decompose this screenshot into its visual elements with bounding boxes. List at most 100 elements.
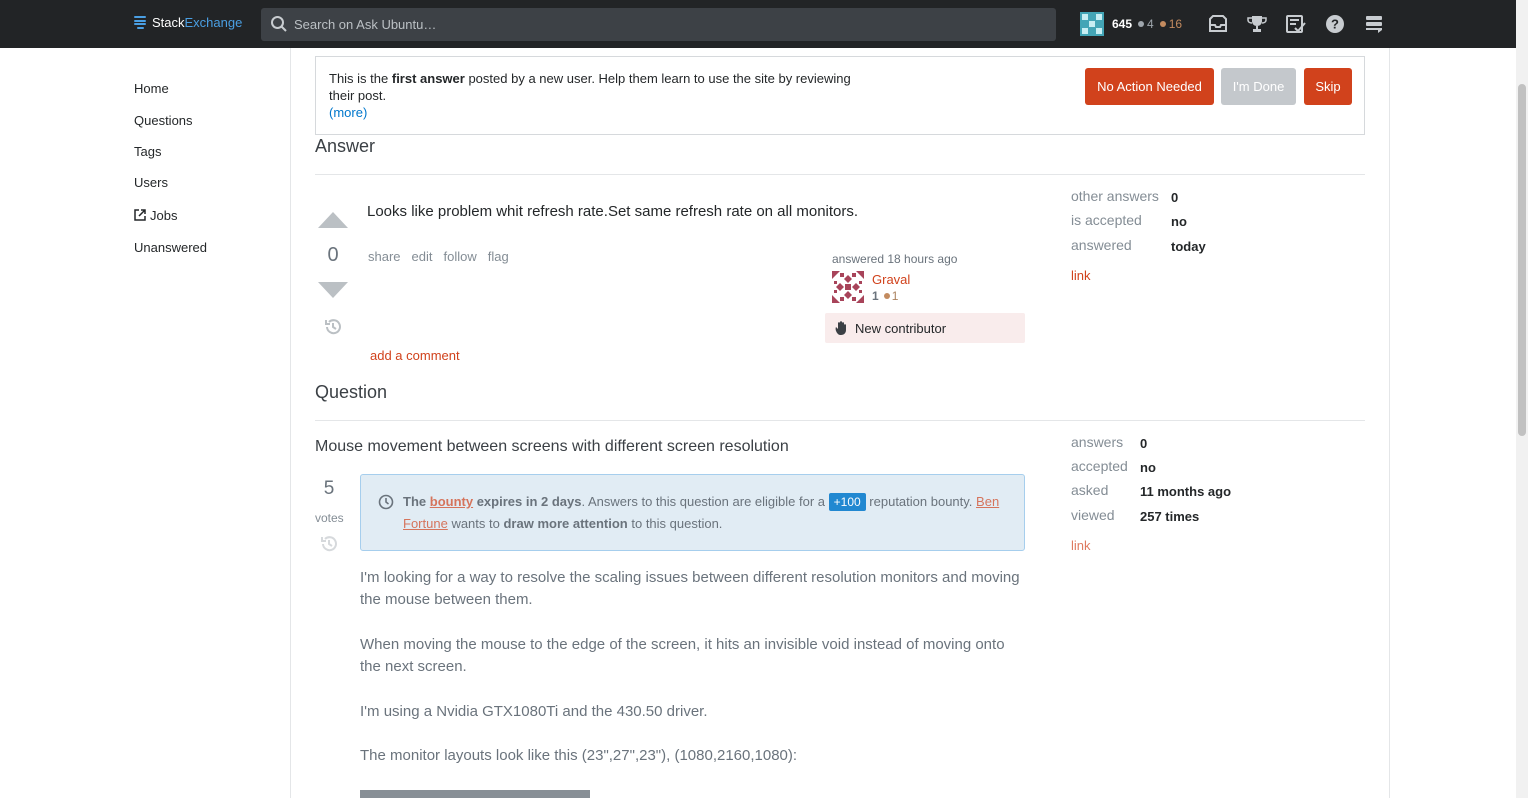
help-icon[interactable]: ? xyxy=(1322,12,1348,36)
answered-time: answered 18 hours ago xyxy=(832,252,958,266)
bounty-text: The bounty expires in 2 days. Answers to… xyxy=(403,491,1013,535)
review-queues-icon[interactable] xyxy=(1283,12,1309,36)
meta-value-accepted: no xyxy=(1140,460,1156,475)
content-right-border xyxy=(1389,48,1390,798)
skip-button[interactable]: Skip xyxy=(1304,68,1352,105)
meta-label-answered: answered xyxy=(1071,237,1132,253)
sidebar-item-users[interactable]: Users xyxy=(134,175,168,190)
meta-value-viewed: 257 times xyxy=(1140,509,1200,524)
edit-link[interactable]: edit xyxy=(412,249,433,264)
bronze-badge-icon xyxy=(1159,21,1166,27)
share-link[interactable]: share xyxy=(368,249,401,264)
add-comment-link[interactable]: add a comment xyxy=(370,348,460,363)
question-title[interactable]: Mouse movement between screens with diff… xyxy=(315,438,789,456)
answer-user-card: answered 18 hours ago Graval 1 1 xyxy=(832,252,958,303)
sidebar-item-jobs[interactable]: Jobs xyxy=(134,208,177,223)
divider xyxy=(315,420,1365,421)
user-name-link[interactable]: Graval xyxy=(872,272,910,287)
meta-label-viewed: viewed xyxy=(1071,507,1115,523)
question-vote-count: 5 xyxy=(323,478,335,499)
review-text-pre: This is the xyxy=(329,71,392,86)
meta-label-answers: answers xyxy=(1071,434,1124,450)
silver-badge-icon xyxy=(1138,21,1145,27)
question-paragraph: I'm looking for a way to resolve the sca… xyxy=(360,569,1020,608)
site-switcher-icon[interactable] xyxy=(1361,12,1387,36)
history-icon[interactable] xyxy=(319,534,339,554)
answer-body: Looks like problem whit refresh rate.Set… xyxy=(367,203,859,220)
bounty-notice: The bounty expires in 2 days. Answers to… xyxy=(360,474,1025,551)
user-bronze-count: 1 xyxy=(891,289,899,303)
waving-hand-icon xyxy=(835,321,846,335)
sidebar-item-tags[interactable]: Tags xyxy=(134,144,161,159)
question-votes-label: votes xyxy=(315,511,344,525)
bounty-reason: draw more attention xyxy=(503,516,628,531)
silver-badge-count: 4 xyxy=(1138,17,1154,31)
monitor-layout-image xyxy=(360,790,590,798)
follow-link[interactable]: follow xyxy=(444,249,477,264)
history-icon[interactable] xyxy=(323,317,343,337)
bounty-link[interactable]: bounty xyxy=(430,494,473,509)
reputation-count: 645 xyxy=(1112,17,1133,31)
search-input[interactable] xyxy=(294,8,1034,41)
divider xyxy=(315,174,1365,175)
answer-permalink[interactable]: link xyxy=(1071,268,1091,283)
new-contributor-label: New contributor xyxy=(855,320,947,336)
meta-value-other-answers: 0 xyxy=(1171,190,1179,205)
left-sidebar: Home Questions Tags Users Jobs Unanswere… xyxy=(0,48,291,798)
topbar-icons: ? xyxy=(1205,12,1400,36)
bronze-badge-icon xyxy=(883,293,890,299)
sidebar-item-questions[interactable]: Questions xyxy=(134,113,193,128)
meta-value-answered: today xyxy=(1171,239,1206,254)
bronze-badge-count: 16 xyxy=(1159,17,1182,31)
silver-badge-value: 4 xyxy=(1147,17,1154,31)
meta-label-asked: asked xyxy=(1071,482,1109,498)
clock-icon xyxy=(378,494,394,510)
new-contributor-indicator[interactable]: New contributor xyxy=(825,313,1025,343)
answer-post-menu: share edit follow flag xyxy=(368,249,520,264)
bounty-amount-badge: +100 xyxy=(828,493,866,511)
answer-vote-count: 0 xyxy=(327,244,339,266)
user-profile-link[interactable]: 645 4 16 xyxy=(1080,12,1182,36)
stackexchange-logo[interactable]: Stack Exchange xyxy=(134,15,242,30)
external-link-icon xyxy=(134,209,146,221)
scrollbar-thumb[interactable] xyxy=(1518,84,1526,436)
user-rep-score: 1 xyxy=(872,289,879,303)
inbox-icon[interactable] xyxy=(1205,12,1231,36)
question-section-title: Question xyxy=(315,382,388,402)
no-action-needed-button[interactable]: No Action Needed xyxy=(1085,68,1214,105)
bounty-wants-text: wants to xyxy=(451,516,500,531)
bounty-expires: expires in 2 days xyxy=(476,494,582,509)
top-bar: StackExchange 645 4 16 ? xyxy=(0,0,1528,48)
meta-label-is-accepted: is accepted xyxy=(1071,212,1142,228)
im-done-button[interactable]: I'm Done xyxy=(1221,68,1296,105)
question-permalink[interactable]: link xyxy=(1071,538,1091,553)
downvote-arrow-icon[interactable] xyxy=(318,282,348,298)
meta-value-answers: 0 xyxy=(1140,436,1148,451)
upvote-arrow-icon[interactable] xyxy=(318,212,348,228)
logo-text-stack: Stack xyxy=(152,15,185,30)
achievements-icon[interactable] xyxy=(1244,12,1270,36)
answer-section-title: Answer xyxy=(315,136,376,156)
meta-label-accepted: accepted xyxy=(1071,458,1128,474)
page-scrollbar[interactable] xyxy=(1516,0,1528,798)
user-reputation: 1 1 xyxy=(872,289,898,303)
question-paragraph: When moving the mouse to the edge of the… xyxy=(360,636,1005,675)
more-link[interactable]: (more) xyxy=(329,105,367,120)
user-identicon-avatar[interactable] xyxy=(832,271,864,303)
logo-text-exchange: Exchange xyxy=(184,15,243,30)
sidebar-item-unanswered[interactable]: Unanswered xyxy=(134,240,207,255)
sidebar-item-jobs-label: Jobs xyxy=(150,208,178,223)
review-text-bold: first answer xyxy=(391,71,465,86)
flag-link[interactable]: flag xyxy=(488,249,509,264)
bounty-end-text: to this question. xyxy=(631,516,723,531)
review-instructions-panel: This is the first answer posted by a new… xyxy=(315,56,1365,135)
search-box[interactable] xyxy=(261,8,1056,41)
meta-value-is-accepted: no xyxy=(1171,214,1187,229)
review-instructions-text: This is the first answer posted by a new… xyxy=(329,70,859,121)
question-paragraph: I'm using a Nvidia GTX1080Ti and the 430… xyxy=(360,703,708,720)
stackexchange-logo-icon xyxy=(134,16,146,29)
meta-value-asked: 11 months ago xyxy=(1140,484,1232,499)
question-paragraph: The monitor layouts look like this (23",… xyxy=(360,747,798,764)
sidebar-item-home[interactable]: Home xyxy=(134,81,169,96)
avatar xyxy=(1080,12,1104,36)
